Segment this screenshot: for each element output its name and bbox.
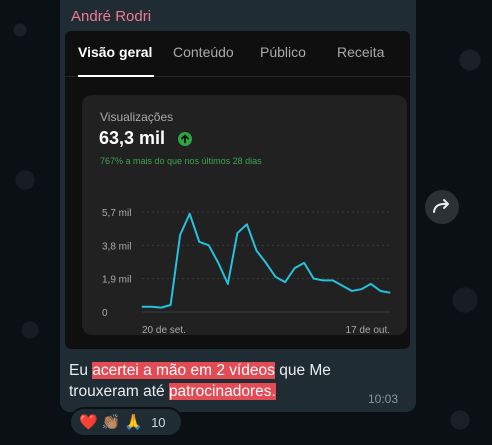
data-point: [303, 262, 305, 264]
studio-screenshot-image[interactable]: Visão geral Conteúdo Público Receita Vis…: [65, 31, 410, 349]
metric-label: Visualizações: [100, 110, 174, 124]
data-point: [351, 290, 353, 292]
data-point: [313, 278, 315, 280]
data-point: [379, 290, 381, 292]
clap-reaction: 👏🏽: [101, 413, 121, 431]
forward-arrow-icon: [433, 199, 449, 213]
message-bubble[interactable]: André Rodri Visão geral Conteúdo Público…: [60, 0, 416, 412]
forward-button[interactable]: [425, 190, 459, 224]
message-text-part: Eu: [69, 362, 93, 379]
x-tick-label: 20 de set.: [142, 325, 186, 335]
active-tab-indicator: [78, 75, 154, 77]
data-point: [141, 306, 143, 308]
tab-audience: Público: [260, 44, 306, 60]
data-point: [294, 267, 296, 269]
data-point: [322, 279, 324, 281]
data-point: [341, 285, 343, 287]
data-point: [160, 307, 162, 309]
tab-overview: Visão geral: [78, 44, 153, 60]
heart-reaction: ❤️: [79, 413, 98, 431]
data-point: [255, 250, 257, 252]
message-time: 10:03: [367, 392, 398, 406]
data-point: [189, 213, 191, 215]
data-point: [360, 288, 362, 290]
pray-reaction: 🙏: [124, 413, 144, 431]
data-point: [246, 223, 248, 225]
reaction-count: 10: [151, 414, 166, 430]
data-point: [179, 234, 181, 236]
metric-comparison: 767% a mais do que nos últimos 28 dias: [100, 156, 262, 166]
data-point: [265, 262, 267, 264]
y-tick-label: 0: [102, 308, 108, 319]
data-point: [208, 244, 210, 246]
x-tick-label: 17 de out.: [346, 325, 390, 335]
views-card: Visualizações 63,3 mil 767% a mais do qu…: [82, 95, 407, 335]
data-point: [332, 279, 334, 281]
reactions-pill[interactable]: ❤️ 👏🏽 🙏 10: [69, 407, 183, 437]
metric-value: 63,3 mil: [99, 128, 166, 148]
data-point: [389, 292, 391, 294]
data-point: [170, 304, 172, 306]
data-point: [284, 281, 286, 283]
data-point: [370, 283, 372, 285]
message-text: Eu acertei a mão em 2 vídeos que Me trou…: [69, 360, 399, 402]
data-point: [198, 241, 200, 243]
studio-tab-bar: Visão geral Conteúdo Público Receita: [65, 31, 410, 77]
y-tick-label: 3,8 mil: [102, 241, 131, 252]
message-highlight: patrocinadores.: [168, 383, 276, 400]
data-point: [236, 232, 238, 234]
tab-content: Conteúdo: [173, 44, 234, 60]
message-highlight: acertei a mão em 2 vídeos: [92, 362, 275, 379]
tab-revenue: Receita: [337, 44, 385, 60]
views-series-line: [142, 212, 391, 309]
y-tick-label: 5,7 mil: [102, 208, 131, 219]
data-point: [275, 276, 277, 278]
y-tick-label: 1,9 mil: [102, 275, 131, 286]
arrow-up-circle-icon: [178, 132, 192, 146]
data-point: [217, 262, 219, 264]
data-point: [151, 306, 153, 308]
sender-name[interactable]: André Rodri: [71, 8, 151, 25]
data-point: [227, 283, 229, 285]
views-line-chart: 5,7 mil 3,8 mil 1,9 mil 0 20 de set. 17 de ou…: [102, 208, 391, 335]
